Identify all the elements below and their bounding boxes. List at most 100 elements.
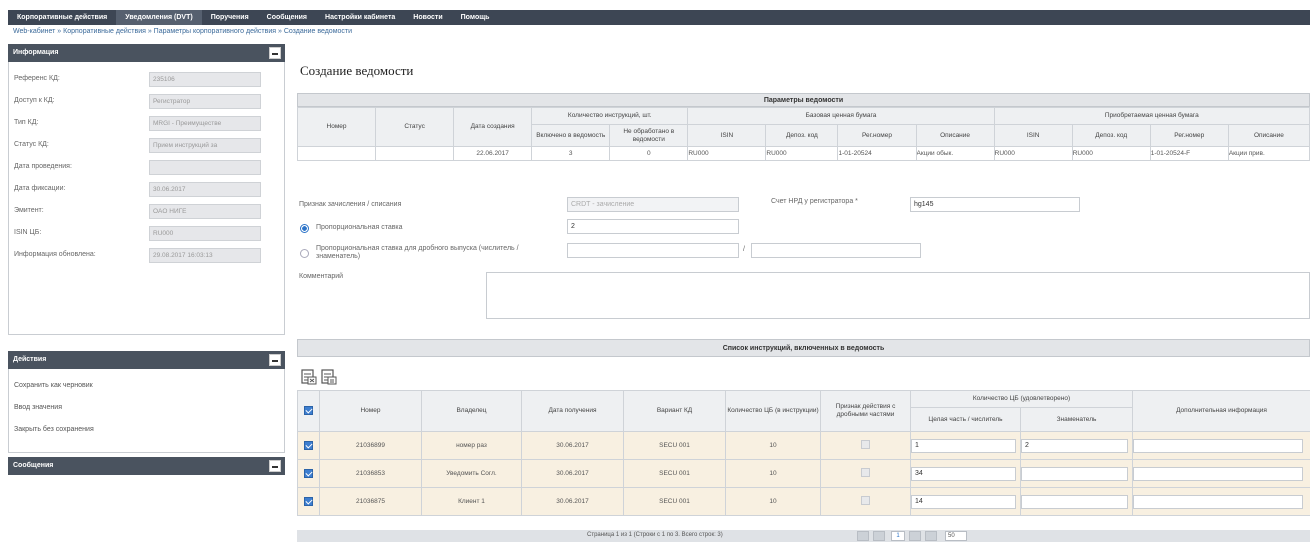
frac-denominator-input[interactable] <box>751 243 921 258</box>
info-row: Статус КД: Прием инструкций за <box>9 134 284 156</box>
whole-input[interactable]: 34 <box>911 466 1016 481</box>
nav-messages[interactable]: Сообщения <box>258 10 316 25</box>
info-row: ISIN ЦБ: RU000 <box>9 222 284 244</box>
col-header-instr-group: Количество инструкций, шт. <box>531 107 689 125</box>
cell-variant: SECU 001 <box>623 487 726 516</box>
table-row[interactable]: 21036875 Клиент 1 30.06.2017 SECU 001 10… <box>297 487 1310 516</box>
info-value: Регистратор <box>149 93 261 109</box>
breadcrumb[interactable]: Web-кабинет » Корпоративные действия » П… <box>13 27 352 37</box>
last-page-icon[interactable] <box>925 531 937 541</box>
comment-textarea[interactable] <box>486 272 1310 319</box>
row-checkbox-cell <box>297 459 320 488</box>
account-input[interactable]: hg145 <box>910 197 1080 212</box>
cell-variant: SECU 001 <box>623 431 726 460</box>
col-header-status: Статус <box>375 107 455 147</box>
export-excel-icon[interactable] <box>300 368 318 386</box>
cell-status <box>375 146 455 161</box>
sidebar: Информация Референс КД: 235106 Доступ к К… <box>8 44 285 475</box>
extra-input[interactable] <box>1133 494 1303 509</box>
col-header-reg: Рег.номер <box>1149 124 1229 147</box>
params-section: Параметры ведомости Номер Статус Дата со… <box>296 93 1310 161</box>
prev-page-icon[interactable] <box>873 531 885 541</box>
cell-extra <box>1132 487 1310 516</box>
cell-included: 3 <box>531 146 611 161</box>
top-navigation: Корпоративные действия Уведомления (DVT)… <box>0 0 1310 28</box>
col-header-received: Дата получения <box>521 390 624 432</box>
page-title: Создание ведомости <box>300 63 414 78</box>
actions-panel-title: Действия <box>13 356 47 363</box>
col-header-desc: Описание <box>1227 124 1310 147</box>
nav-corporate-actions[interactable]: Корпоративные действия <box>8 10 116 25</box>
select-all-checkbox[interactable] <box>304 406 313 416</box>
nav-orders[interactable]: Поручения <box>202 10 258 25</box>
cell-created: 22.06.2017 <box>453 146 533 161</box>
info-label: Информация обновлена: <box>14 251 96 258</box>
cell-number: 21036875 <box>319 487 422 516</box>
extra-input[interactable] <box>1133 466 1303 481</box>
cell-denom <box>1019 487 1134 516</box>
col-header-depo: Депоз. код <box>765 124 839 147</box>
credit-label: Признак зачисления / списания <box>299 201 402 208</box>
nav-cabinet-settings[interactable]: Настройки кабинета <box>316 10 404 25</box>
list-section-title: Список инструкций, включенных в ведомост… <box>297 339 1310 357</box>
enter-value-link[interactable]: Ввод значения <box>9 397 284 419</box>
info-label: Тип КД: <box>14 119 39 126</box>
params-table: Номер Статус Дата создания Количество ин… <box>296 107 1310 161</box>
row-checkbox[interactable] <box>304 441 313 450</box>
table-row[interactable]: 21036899 номер раз 30.06.2017 SECU 001 1… <box>297 431 1310 460</box>
denom-input[interactable] <box>1021 466 1128 481</box>
cell-holder: Клиент 1 <box>421 487 522 516</box>
close-without-saving-link[interactable]: Закрыть без сохранения <box>9 419 284 441</box>
prop-rate-input[interactable]: 2 <box>567 219 739 234</box>
table-row[interactable]: 21036853 Уведомить Согл. 30.06.2017 SECU… <box>297 459 1310 488</box>
save-draft-link[interactable]: Сохранить как черновик <box>9 375 284 397</box>
select-all-header <box>297 390 320 432</box>
cell-qty: 10 <box>725 459 821 488</box>
pager: Страница 1 из 1 (Строки с 1 по 3. Всего … <box>297 530 1310 542</box>
cell-extra <box>1132 431 1310 460</box>
whole-input[interactable]: 1 <box>911 438 1016 453</box>
col-header-included: Включено в ведомость <box>531 124 611 147</box>
info-label: Референс КД: <box>14 75 60 82</box>
row-checkbox[interactable] <box>304 469 313 478</box>
cell-holder: Уведомить Согл. <box>421 459 522 488</box>
nav-notifications[interactable]: Уведомления (DVT) <box>116 10 202 25</box>
nav-news[interactable]: Новости <box>404 10 451 25</box>
info-value: 30.06.2017 <box>149 181 261 197</box>
info-panel: Референс КД: 235106 Доступ к КД: Регистрат… <box>8 62 285 335</box>
extra-input[interactable] <box>1133 438 1303 453</box>
info-panel-title: Информация <box>13 49 59 56</box>
cell-received: 30.06.2017 <box>521 487 624 516</box>
denom-input[interactable]: 2 <box>1021 438 1128 453</box>
info-row: Референс КД: 235106 <box>9 68 284 90</box>
next-page-icon[interactable] <box>909 531 921 541</box>
collapse-icon[interactable] <box>269 354 281 366</box>
table-row: 22.06.2017 3 0 RU000 RU000 1-01-20524 Ак… <box>296 146 1310 161</box>
col-header-whole: Целая часть / числитель <box>910 407 1021 432</box>
info-row: Дата проведения: <box>9 156 284 178</box>
actions-panel-header: Действия <box>8 351 285 369</box>
nav-help[interactable]: Помощь <box>452 10 499 25</box>
collapse-icon[interactable] <box>269 460 281 472</box>
row-checkbox[interactable] <box>304 497 313 506</box>
prop-rate-radio[interactable] <box>300 224 309 233</box>
col-header-frac: Признак действия с дробными частями <box>820 390 911 432</box>
current-page[interactable]: 1 <box>891 531 905 541</box>
whole-input[interactable]: 14 <box>911 494 1016 509</box>
export-document-icon[interactable] <box>320 368 338 386</box>
denom-input[interactable] <box>1021 494 1128 509</box>
collapse-icon[interactable] <box>269 47 281 59</box>
cell-whole: 14 <box>910 487 1021 516</box>
col-header-base-group: Базовая ценная бумага <box>687 107 995 125</box>
col-header-qty-group: Количество ЦБ (удовлетворено) <box>909 390 1134 408</box>
cell-holder: номер раз <box>421 431 522 460</box>
page-size-select[interactable]: 50 <box>945 531 967 541</box>
col-header-denom: Знаменатель <box>1019 407 1134 432</box>
cell-number <box>296 146 377 161</box>
prop-rate-label: Пропорциональная ставка <box>316 224 403 231</box>
frac-numerator-input[interactable] <box>567 243 739 258</box>
frac-checkbox <box>861 440 870 449</box>
frac-rate-radio[interactable] <box>300 249 309 258</box>
first-page-icon[interactable] <box>857 531 869 541</box>
cell-received: 30.06.2017 <box>521 431 624 460</box>
